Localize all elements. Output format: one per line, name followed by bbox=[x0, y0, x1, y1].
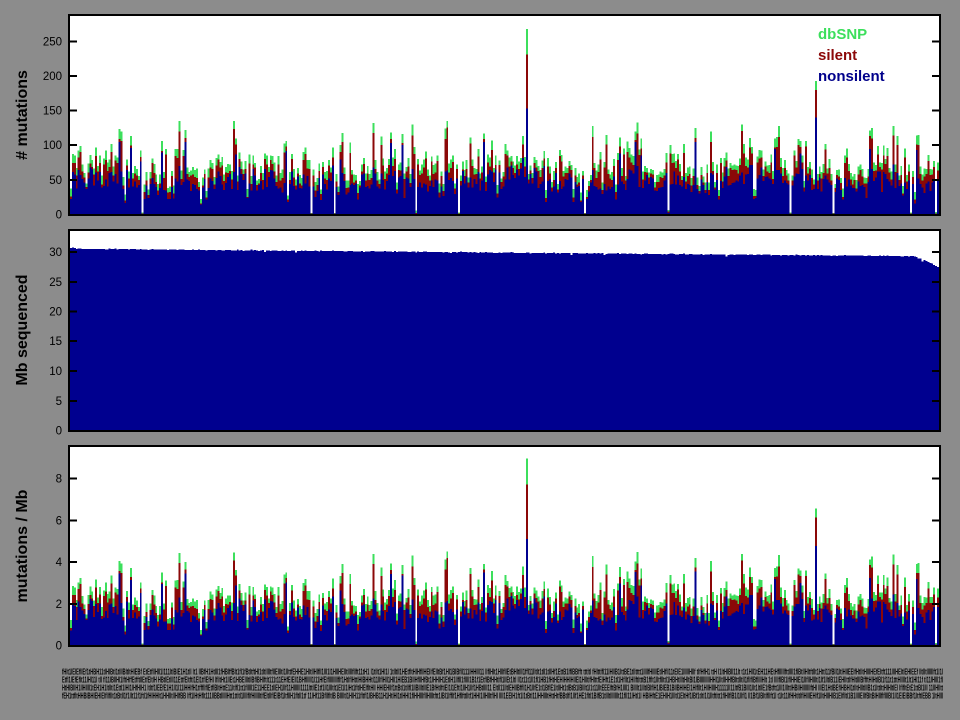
svg-text:# mutations: # mutations bbox=[14, 70, 31, 160]
svg-text:50: 50 bbox=[49, 175, 62, 187]
svg-text:mutations / Mb: mutations / Mb bbox=[14, 489, 31, 602]
svg-text:Mb sequenced: Mb sequenced bbox=[14, 274, 31, 385]
svg-text:silent: silent bbox=[818, 47, 857, 64]
svg-text:0: 0 bbox=[56, 210, 62, 222]
svg-text:0: 0 bbox=[56, 426, 62, 438]
svg-text:0: 0 bbox=[56, 641, 62, 653]
svg-text:5: 5 bbox=[56, 396, 62, 408]
svg-text:25: 25 bbox=[49, 277, 62, 289]
svg-text:20: 20 bbox=[49, 307, 62, 319]
svg-text:6: 6 bbox=[56, 515, 62, 527]
svg-text:fEH1ttfItHHBlBHIEHlElflIflIt1t: fEH1ttfItHHBlBHIEHlElflIflIt1tBtII1f1lIt… bbox=[62, 692, 943, 701]
svg-text:4: 4 bbox=[56, 557, 63, 569]
svg-text:100: 100 bbox=[43, 140, 62, 152]
svg-text:15: 15 bbox=[49, 336, 62, 348]
svg-text:dbSNP: dbSNP bbox=[818, 26, 867, 43]
svg-text:200: 200 bbox=[43, 71, 62, 83]
svg-text:250: 250 bbox=[43, 36, 62, 48]
svg-text:150: 150 bbox=[43, 106, 62, 118]
svg-text:10: 10 bbox=[49, 366, 62, 378]
svg-text:2: 2 bbox=[56, 599, 62, 611]
svg-text:8: 8 bbox=[56, 474, 62, 486]
svg-text:30: 30 bbox=[49, 247, 62, 259]
svg-text:nonsilent: nonsilent bbox=[818, 68, 885, 85]
